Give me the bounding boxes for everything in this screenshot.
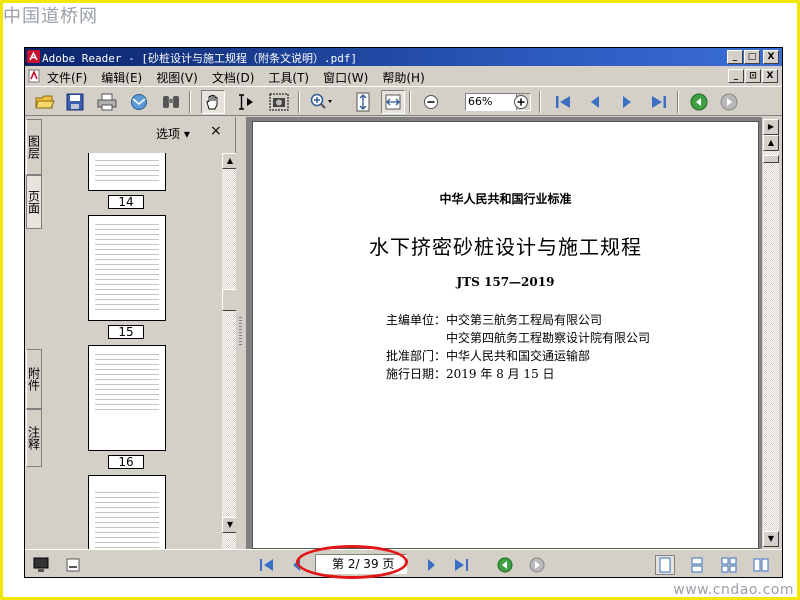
toolbar-separator [298, 91, 300, 113]
approval-label: 批准部门： [386, 349, 447, 363]
tab-comments[interactable]: 注释 [26, 409, 42, 467]
approval-line: 批准部门：中华人民共和国交通运输部 [386, 347, 590, 364]
scroll-down-icon[interactable]: ▼ [763, 531, 779, 547]
scroll-right-icon[interactable]: ▶ [763, 119, 779, 135]
fit-page-icon[interactable] [351, 90, 375, 114]
effective-date-label: 施行日期： [386, 367, 447, 381]
document-page: 中华人民共和国行业标准 水下挤密砂桩设计与施工规程 JTS 157—2019 主… [252, 121, 759, 549]
approval-value: 中华人民共和国交通运输部 [446, 349, 591, 363]
toolbar-separator [677, 91, 679, 113]
fit-width-icon[interactable] [381, 90, 405, 114]
standard-code: JTS 157—2019 [456, 275, 555, 289]
zoom-out-icon[interactable] [419, 90, 443, 114]
go-back-icon[interactable] [495, 555, 515, 575]
first-page-icon[interactable] [551, 90, 575, 114]
adobe-reader-icon [27, 50, 40, 63]
page-thumbnail[interactable] [88, 475, 166, 549]
page-thumbnail[interactable] [88, 215, 166, 321]
pane-splitter[interactable] [236, 117, 246, 549]
scrollbar-thumb[interactable] [763, 155, 779, 163]
print-icon[interactable] [95, 90, 119, 114]
page-thumbnail-label: 15 [108, 325, 144, 339]
doc-close-button[interactable]: X [762, 69, 778, 83]
close-button[interactable]: X [763, 50, 779, 64]
next-page-icon[interactable] [615, 90, 639, 114]
last-page-icon[interactable] [451, 555, 471, 575]
watermark-top: 中国道桥网 [3, 6, 98, 27]
select-text-icon[interactable] [233, 90, 257, 114]
tab-layers[interactable]: 图层 [26, 119, 42, 175]
page-thumbnail-label: 14 [108, 195, 144, 209]
maximize-button[interactable]: □ [744, 50, 760, 64]
toolbar-separator [409, 91, 411, 113]
facing-icon[interactable] [719, 555, 739, 575]
zoom-plus-icon[interactable] [509, 90, 533, 114]
menu-help[interactable]: 帮助(H) [382, 69, 424, 86]
watermark-bottom: www.cndao.com [673, 582, 794, 598]
thumbnail-list: 14 15 16 [52, 153, 222, 549]
scrollbar-track[interactable]: ▼ [763, 151, 779, 547]
toolbar-separator [189, 91, 191, 113]
menu-window[interactable]: 窗口(W) [323, 69, 368, 86]
hand-tool-icon[interactable] [201, 90, 225, 114]
reader-window: Adobe Reader - [砂桩设计与施工规程（附条文说明）.pdf] _ … [24, 47, 783, 578]
menu-tools[interactable]: 工具(T) [268, 69, 309, 86]
zoom-in-tool-icon[interactable] [309, 90, 333, 114]
zoom-value: 66% [468, 95, 493, 108]
tab-pages[interactable]: 页面 [26, 175, 42, 229]
minimize-button[interactable]: _ [727, 50, 743, 64]
thumbnail-pane: 选项 ▾ × 14 15 16 ▲ ▼ [44, 117, 238, 549]
single-page-icon[interactable] [655, 555, 675, 575]
window-icon[interactable] [63, 555, 83, 575]
continuous-icon[interactable] [687, 555, 707, 575]
close-pane-icon[interactable]: × [210, 123, 222, 139]
menu-edit[interactable]: 编辑(E) [101, 69, 142, 86]
standard-heading: 中华人民共和国行业标准 [439, 192, 572, 206]
prev-page-icon[interactable] [583, 90, 607, 114]
effective-date-line: 施行日期：2019 年 8 月 15 日 [386, 365, 555, 382]
email-icon[interactable] [127, 90, 151, 114]
toolbar: 66% ▼ [25, 86, 782, 116]
page-thumbnail[interactable] [88, 345, 166, 451]
snapshot-icon[interactable] [267, 90, 291, 114]
chief-editor-2: 中交第四航务工程勘察设计院有限公司 [446, 331, 651, 345]
go-forward-icon[interactable] [527, 555, 547, 575]
continuous-facing-icon[interactable] [751, 555, 771, 575]
go-forward-icon[interactable] [717, 90, 741, 114]
doc-minimize-button[interactable]: _ [728, 69, 744, 83]
tab-attachments[interactable]: 附件 [26, 349, 42, 409]
menu-bar: 文件(F) 编辑(E) 视图(V) 文档(D) 工具(T) 窗口(W) 帮助(H… [25, 66, 782, 86]
chief-editor-line: 主编单位：中交第三航务工程局有限公司 [386, 311, 602, 328]
menu-file[interactable]: 文件(F) [47, 69, 87, 86]
page-thumbnail-label: 16 [108, 455, 144, 469]
chief-editor-line-2: 中交第四航务工程勘察设计院有限公司 [386, 329, 650, 346]
thumbnail-header: 选项 ▾ × [44, 117, 235, 147]
chief-editor-label: 主编单位： [386, 313, 447, 327]
go-back-icon[interactable] [687, 90, 711, 114]
save-icon[interactable] [63, 90, 87, 114]
title-bar: Adobe Reader - [砂桩设计与施工规程（附条文说明）.pdf] _ … [25, 48, 782, 66]
monitor-icon[interactable] [31, 555, 51, 575]
toolbar-separator [539, 91, 541, 113]
menu-document[interactable]: 文档(D) [212, 69, 255, 86]
navigation-tabs: 图层 页面 附件 注释 [25, 117, 43, 549]
first-page-icon[interactable] [257, 555, 277, 575]
document-scrollbar[interactable]: ▶ ▲ ▼ [762, 117, 782, 549]
options-menu[interactable]: 选项 ▾ [156, 125, 190, 142]
effective-date-value: 2019 年 8 月 15 日 [446, 367, 555, 381]
search-icon[interactable] [159, 90, 183, 114]
last-page-icon[interactable] [647, 90, 671, 114]
menu-view[interactable]: 视图(V) [156, 69, 198, 86]
highlight-circle [296, 545, 408, 579]
open-icon[interactable] [33, 90, 57, 114]
document-title: 水下挤密砂桩设计与施工规程 [369, 235, 642, 259]
chief-editor-1: 中交第三航务工程局有限公司 [446, 313, 603, 327]
page-thumbnail[interactable] [88, 153, 166, 191]
scroll-up-icon[interactable]: ▲ [763, 135, 779, 151]
next-page-icon[interactable] [421, 555, 441, 575]
window-title: Adobe Reader - [砂桩设计与施工规程（附条文说明）.pdf] [42, 52, 358, 65]
doc-restore-button[interactable]: ⊡ [745, 69, 761, 83]
document-view: 中华人民共和国行业标准 水下挤密砂桩设计与施工规程 JTS 157—2019 主… [246, 117, 762, 549]
document-icon [28, 69, 40, 83]
